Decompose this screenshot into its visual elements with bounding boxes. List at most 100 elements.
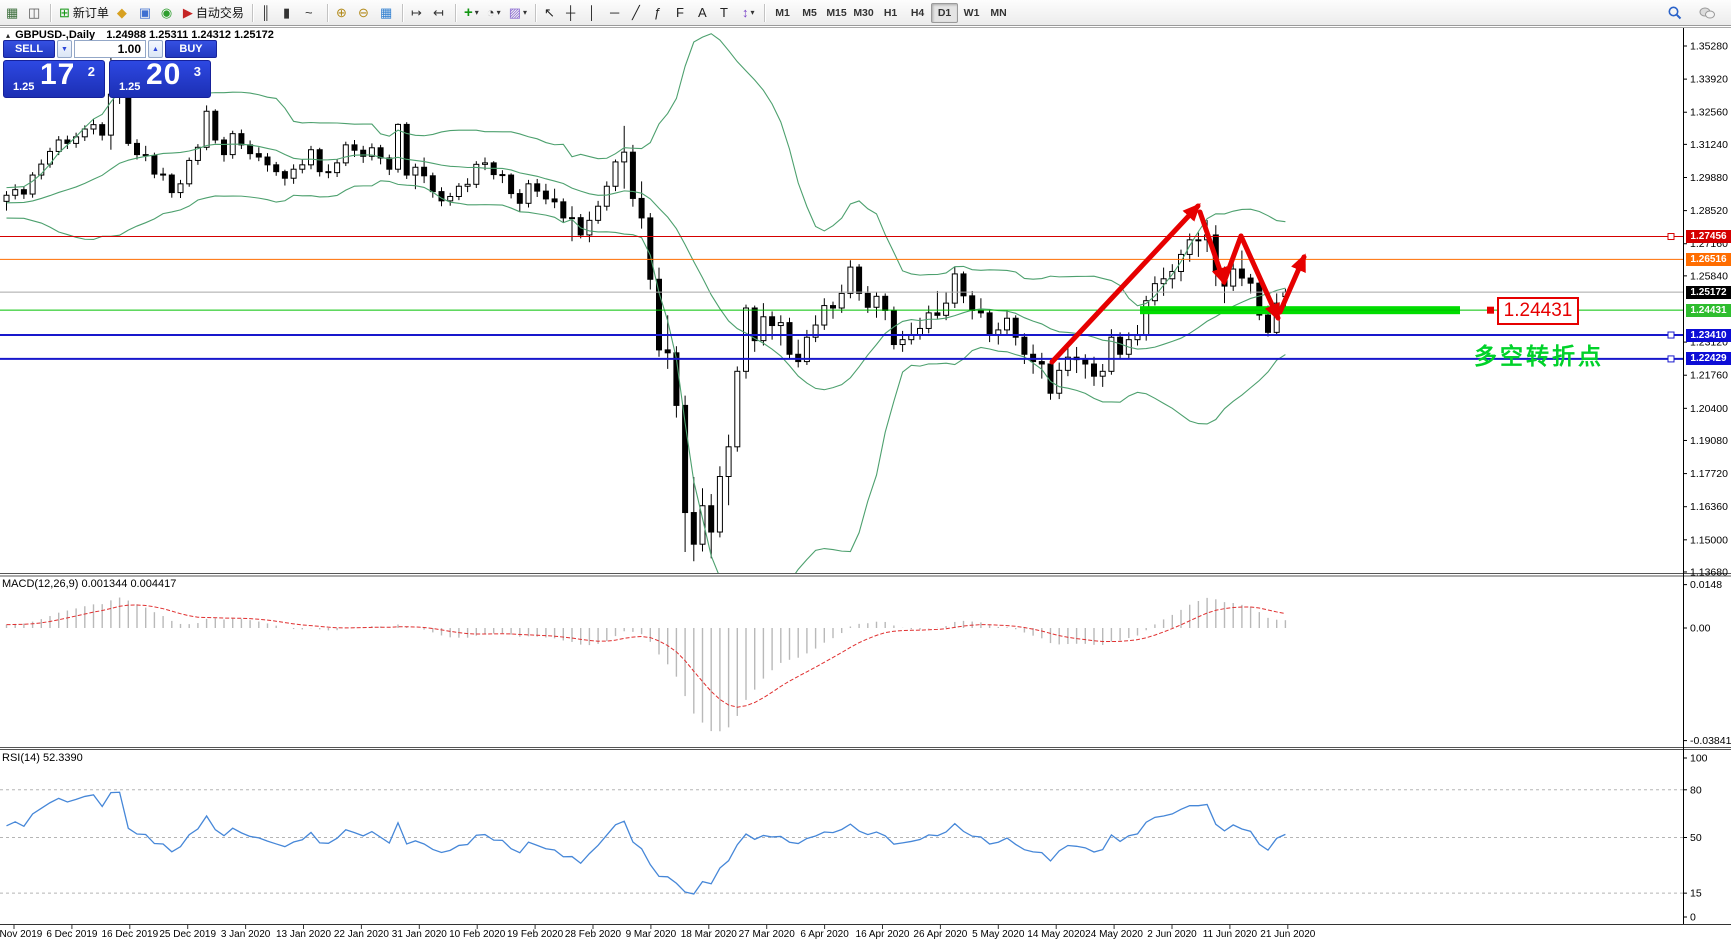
- volume-input[interactable]: [74, 40, 146, 58]
- ask-price-prefix: 1.25: [119, 81, 141, 93]
- vertical-line-button[interactable]: │: [584, 2, 606, 24]
- fibonacci-button[interactable]: ƒ: [650, 2, 672, 24]
- candle-body: [334, 162, 341, 174]
- chart-corner-icon[interactable]: ▴: [6, 31, 10, 40]
- candle-body: [873, 295, 880, 308]
- cursor-button[interactable]: ↖: [540, 2, 562, 24]
- tile-windows-icon: ▦: [379, 5, 393, 20]
- price-tick-label: 1.13680: [1690, 566, 1728, 578]
- zoom-in-button[interactable]: ⊕: [332, 2, 354, 24]
- chart-line-button[interactable]: ~: [301, 2, 323, 24]
- trend-arrow[interactable]: [1277, 253, 1307, 315]
- date-tick-label: 3 Jan 2020: [221, 929, 271, 939]
- window-magnifier-button[interactable]: ◫: [24, 2, 46, 24]
- toolbar-separator: [50, 3, 51, 22]
- line-handle[interactable]: [1667, 233, 1675, 241]
- cursor-icon: ↖: [544, 5, 555, 20]
- market-watch-icon: ▣: [138, 5, 152, 20]
- macd-tick-label: -0.038415: [1690, 735, 1731, 747]
- trendline-handle[interactable]: [1487, 306, 1494, 314]
- candle-body: [603, 185, 610, 207]
- chevron-down-icon: ▾: [523, 8, 528, 17]
- metaeditor-button[interactable]: ◆: [113, 2, 135, 24]
- candle-body: [403, 123, 410, 176]
- fibo-channel-button[interactable]: F: [672, 2, 694, 24]
- timeframe-w1-button[interactable]: W1: [958, 3, 985, 23]
- fibonacci-icon: ƒ: [654, 5, 662, 20]
- price-axis-badge: 1.22429: [1686, 352, 1731, 366]
- macd-pane[interactable]: [5, 597, 1287, 732]
- buy-button[interactable]: BUY: [165, 40, 217, 58]
- candle-body: [247, 144, 254, 155]
- candle-body: [638, 197, 645, 219]
- new-order-button[interactable]: ⊞ 新订单: [55, 2, 113, 24]
- line-handle[interactable]: [1667, 331, 1675, 339]
- label-tool-button[interactable]: T: [716, 2, 738, 24]
- chart-candlesticks-button[interactable]: ▮: [279, 2, 301, 24]
- timeframe-mn-button[interactable]: MN: [985, 3, 1012, 23]
- timeframe-h1-button[interactable]: H1: [877, 3, 904, 23]
- line-handle[interactable]: [1667, 355, 1675, 363]
- auto-scroll-button[interactable]: ↦: [407, 2, 429, 24]
- horizontal-line-icon: ─: [610, 5, 620, 20]
- volume-increase-button[interactable]: ▲: [148, 40, 163, 58]
- candle-body: [1038, 361, 1045, 365]
- market-watch-button[interactable]: ▣: [135, 2, 157, 24]
- bid-quote-panel[interactable]: 1.25 17 2: [3, 58, 105, 98]
- trend-arrow[interactable]: [1049, 203, 1201, 365]
- crosshair-button[interactable]: ┼: [562, 2, 584, 24]
- candle-body: [351, 144, 358, 151]
- timeframe-m5-button[interactable]: M5: [796, 3, 823, 23]
- rsi-tick-label: 80: [1690, 784, 1702, 796]
- signals-button[interactable]: ◉: [157, 2, 179, 24]
- candle-body: [264, 156, 271, 166]
- candle-body: [160, 173, 167, 176]
- price-axis-badge: 1.25172: [1686, 285, 1731, 299]
- arrows-tool-button[interactable]: ↕ ▾: [738, 2, 760, 24]
- text-tool-button[interactable]: A: [694, 2, 716, 24]
- sell-button[interactable]: SELL: [3, 40, 55, 58]
- chart-shift-button[interactable]: ↤: [429, 2, 451, 24]
- timeframe-d1-button[interactable]: D1: [931, 2, 959, 23]
- candle-body: [656, 278, 662, 351]
- timeframe-m30-button[interactable]: M30: [850, 3, 877, 23]
- add-indicator-button[interactable]: + ▾: [460, 2, 483, 24]
- chat-button[interactable]: [1695, 2, 1719, 24]
- chart-window[interactable]: 1.35280 1.33920 1.32560 1.31240 1.29880 1.285…: [0, 27, 1731, 939]
- chart-bars-button[interactable]: ║: [257, 2, 279, 24]
- date-tick-label: 21 Jun 2020: [1260, 929, 1315, 939]
- zoom-out-button[interactable]: ⊖: [354, 2, 376, 24]
- autotrading-button[interactable]: ▶ 自动交易: [179, 2, 248, 24]
- volume-decrease-button[interactable]: ▼: [57, 40, 72, 58]
- ask-quote-panel[interactable]: 1.25 20 3: [109, 58, 211, 98]
- trendline-button[interactable]: ╱: [628, 2, 650, 24]
- horizontal-line-button[interactable]: ─: [606, 2, 628, 24]
- rsi-pane[interactable]: [0, 789, 1683, 895]
- price-chart-canvas[interactable]: 1.35280 1.33920 1.32560 1.31240 1.29880 1.285…: [0, 27, 1731, 939]
- candle-body: [708, 505, 715, 533]
- timeframe-m15-button[interactable]: M15: [823, 3, 850, 23]
- date-tick-label: 11 Jun 2020: [1203, 929, 1258, 939]
- pivot-note-text[interactable]: 多空转折点: [1474, 337, 1604, 371]
- candle-body: [864, 292, 871, 308]
- rsi-tick-label: 15: [1690, 888, 1702, 900]
- main-price-pane[interactable]: [0, 33, 1683, 597]
- chevron-down-icon: ▾: [496, 8, 501, 17]
- rsi-tick-label: 0: [1690, 912, 1696, 924]
- candle-body: [3, 194, 10, 202]
- new-chart-button[interactable]: ▦: [2, 2, 24, 24]
- candle-body: [447, 195, 454, 202]
- candle-body: [777, 322, 784, 327]
- templates-button[interactable]: ▨ ▾: [505, 2, 531, 24]
- search-button[interactable]: [1663, 2, 1687, 24]
- periods-button[interactable]: ◔ ▾: [483, 2, 505, 24]
- candle-body: [342, 144, 349, 164]
- timeframe-h4-button[interactable]: H4: [904, 3, 931, 23]
- trend-arrow[interactable]: [1197, 209, 1228, 286]
- price-level-callout[interactable]: 1.24431: [1497, 297, 1579, 325]
- signals-icon: ◉: [160, 5, 173, 20]
- tile-windows-button[interactable]: ▦: [376, 2, 398, 24]
- candle-body: [1238, 268, 1245, 279]
- timeframe-m1-button[interactable]: M1: [769, 3, 796, 23]
- candle-body: [899, 339, 906, 346]
